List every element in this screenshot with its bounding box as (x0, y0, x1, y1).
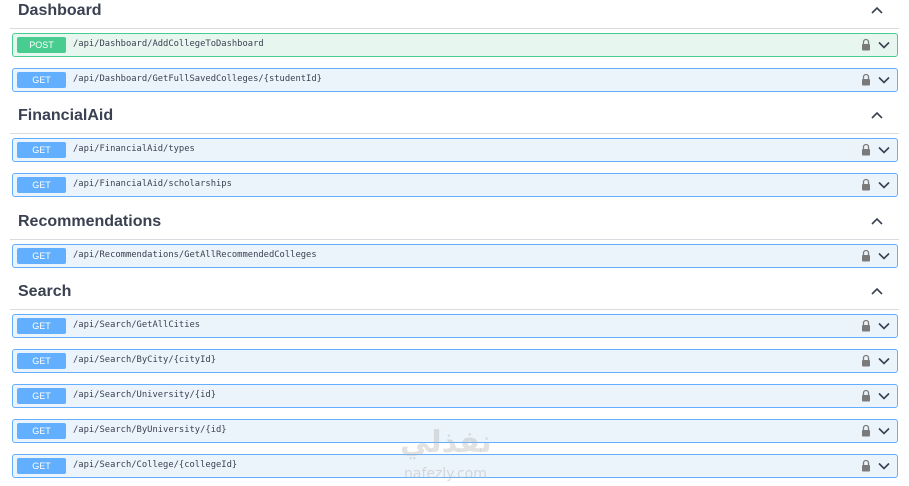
method-badge[interactable]: GET (17, 72, 66, 88)
lock-icon[interactable] (861, 178, 871, 191)
operation-path[interactable]: /api/Search/ByUniversity/{id} (73, 425, 227, 435)
lock-icon[interactable] (861, 73, 871, 86)
chevron-down-icon[interactable] (877, 460, 891, 472)
method-badge[interactable]: GET (17, 353, 66, 369)
lock-icon[interactable] (861, 424, 871, 437)
section-title: Dashboard (18, 2, 102, 19)
operation-row[interactable]: GET /api/FinancialAid/types (12, 138, 898, 162)
lock-icon[interactable] (861, 249, 871, 262)
section-title: Search (18, 283, 72, 300)
method-badge[interactable]: GET (17, 458, 66, 474)
section-title: FinancialAid (18, 107, 114, 124)
method-badge[interactable]: POST (17, 37, 66, 53)
operation-row[interactable]: POST /api/Dashboard/AddCollegeToDashboar… (12, 33, 898, 57)
chevron-up-icon[interactable] (869, 214, 885, 230)
operation-path[interactable]: /api/FinancialAid/types (73, 144, 195, 154)
operation-row[interactable]: GET /api/FinancialAid/scholarships (12, 173, 898, 197)
section-financialaid: FinancialAid GET /api/FinancialAid/types… (0, 105, 909, 197)
operation-row[interactable]: GET /api/Dashboard/GetFullSavedColleges/… (12, 68, 898, 92)
method-badge[interactable]: GET (17, 423, 66, 439)
operation-path[interactable]: /api/Search/GetAllCities (73, 320, 200, 330)
section-header[interactable]: Recommendations (10, 211, 899, 240)
operation-path[interactable]: /api/Recommendations/GetAllRecommendedCo… (73, 250, 317, 260)
chevron-down-icon[interactable] (877, 179, 891, 191)
operation-row[interactable]: GET /api/Search/College/{collegeId} (12, 454, 898, 478)
operation-row[interactable]: GET /api/Search/University/{id} (12, 384, 898, 408)
section-header[interactable]: FinancialAid (10, 105, 899, 134)
operation-row[interactable]: GET /api/Search/GetAllCities (12, 314, 898, 338)
lock-icon[interactable] (861, 143, 871, 156)
section-search: Search GET /api/Search/GetAllCities GET … (0, 281, 909, 478)
lock-icon[interactable] (861, 389, 871, 402)
chevron-down-icon[interactable] (877, 74, 891, 86)
lock-icon[interactable] (861, 459, 871, 472)
lock-icon[interactable] (861, 354, 871, 367)
chevron-up-icon[interactable] (869, 3, 885, 19)
method-badge[interactable]: GET (17, 142, 66, 158)
chevron-down-icon[interactable] (877, 425, 891, 437)
chevron-down-icon[interactable] (877, 390, 891, 402)
chevron-up-icon[interactable] (869, 284, 885, 300)
section-header[interactable]: Search (10, 281, 899, 310)
method-badge[interactable]: GET (17, 177, 66, 193)
operation-path[interactable]: /api/Search/ByCity/{cityId} (73, 355, 216, 365)
lock-icon[interactable] (861, 319, 871, 332)
chevron-down-icon[interactable] (877, 250, 891, 262)
chevron-down-icon[interactable] (877, 39, 891, 51)
operation-row[interactable]: GET /api/Search/ByUniversity/{id} (12, 419, 898, 443)
operation-path[interactable]: /api/Dashboard/AddCollegeToDashboard (73, 39, 264, 49)
section-recommendations: Recommendations GET /api/Recommendations… (0, 211, 909, 268)
method-badge[interactable]: GET (17, 388, 66, 404)
operation-path[interactable]: /api/Search/University/{id} (73, 390, 216, 400)
method-badge[interactable]: GET (17, 248, 66, 264)
chevron-down-icon[interactable] (877, 355, 891, 367)
swagger-operations-page: Dashboard POST /api/Dashboard/AddCollege… (0, 0, 909, 486)
operation-path[interactable]: /api/Search/College/{collegeId} (73, 460, 237, 470)
operation-row[interactable]: GET /api/Search/ByCity/{cityId} (12, 349, 898, 373)
operation-path[interactable]: /api/FinancialAid/scholarships (73, 179, 232, 189)
chevron-up-icon[interactable] (869, 108, 885, 124)
chevron-down-icon[interactable] (877, 320, 891, 332)
chevron-down-icon[interactable] (877, 144, 891, 156)
section-header[interactable]: Dashboard (10, 0, 899, 29)
lock-icon[interactable] (861, 38, 871, 51)
operation-row[interactable]: GET /api/Recommendations/GetAllRecommend… (12, 244, 898, 268)
method-badge[interactable]: GET (17, 318, 66, 334)
section-dashboard: Dashboard POST /api/Dashboard/AddCollege… (0, 0, 909, 92)
section-title: Recommendations (18, 213, 162, 230)
operation-path[interactable]: /api/Dashboard/GetFullSavedColleges/{stu… (73, 74, 322, 84)
